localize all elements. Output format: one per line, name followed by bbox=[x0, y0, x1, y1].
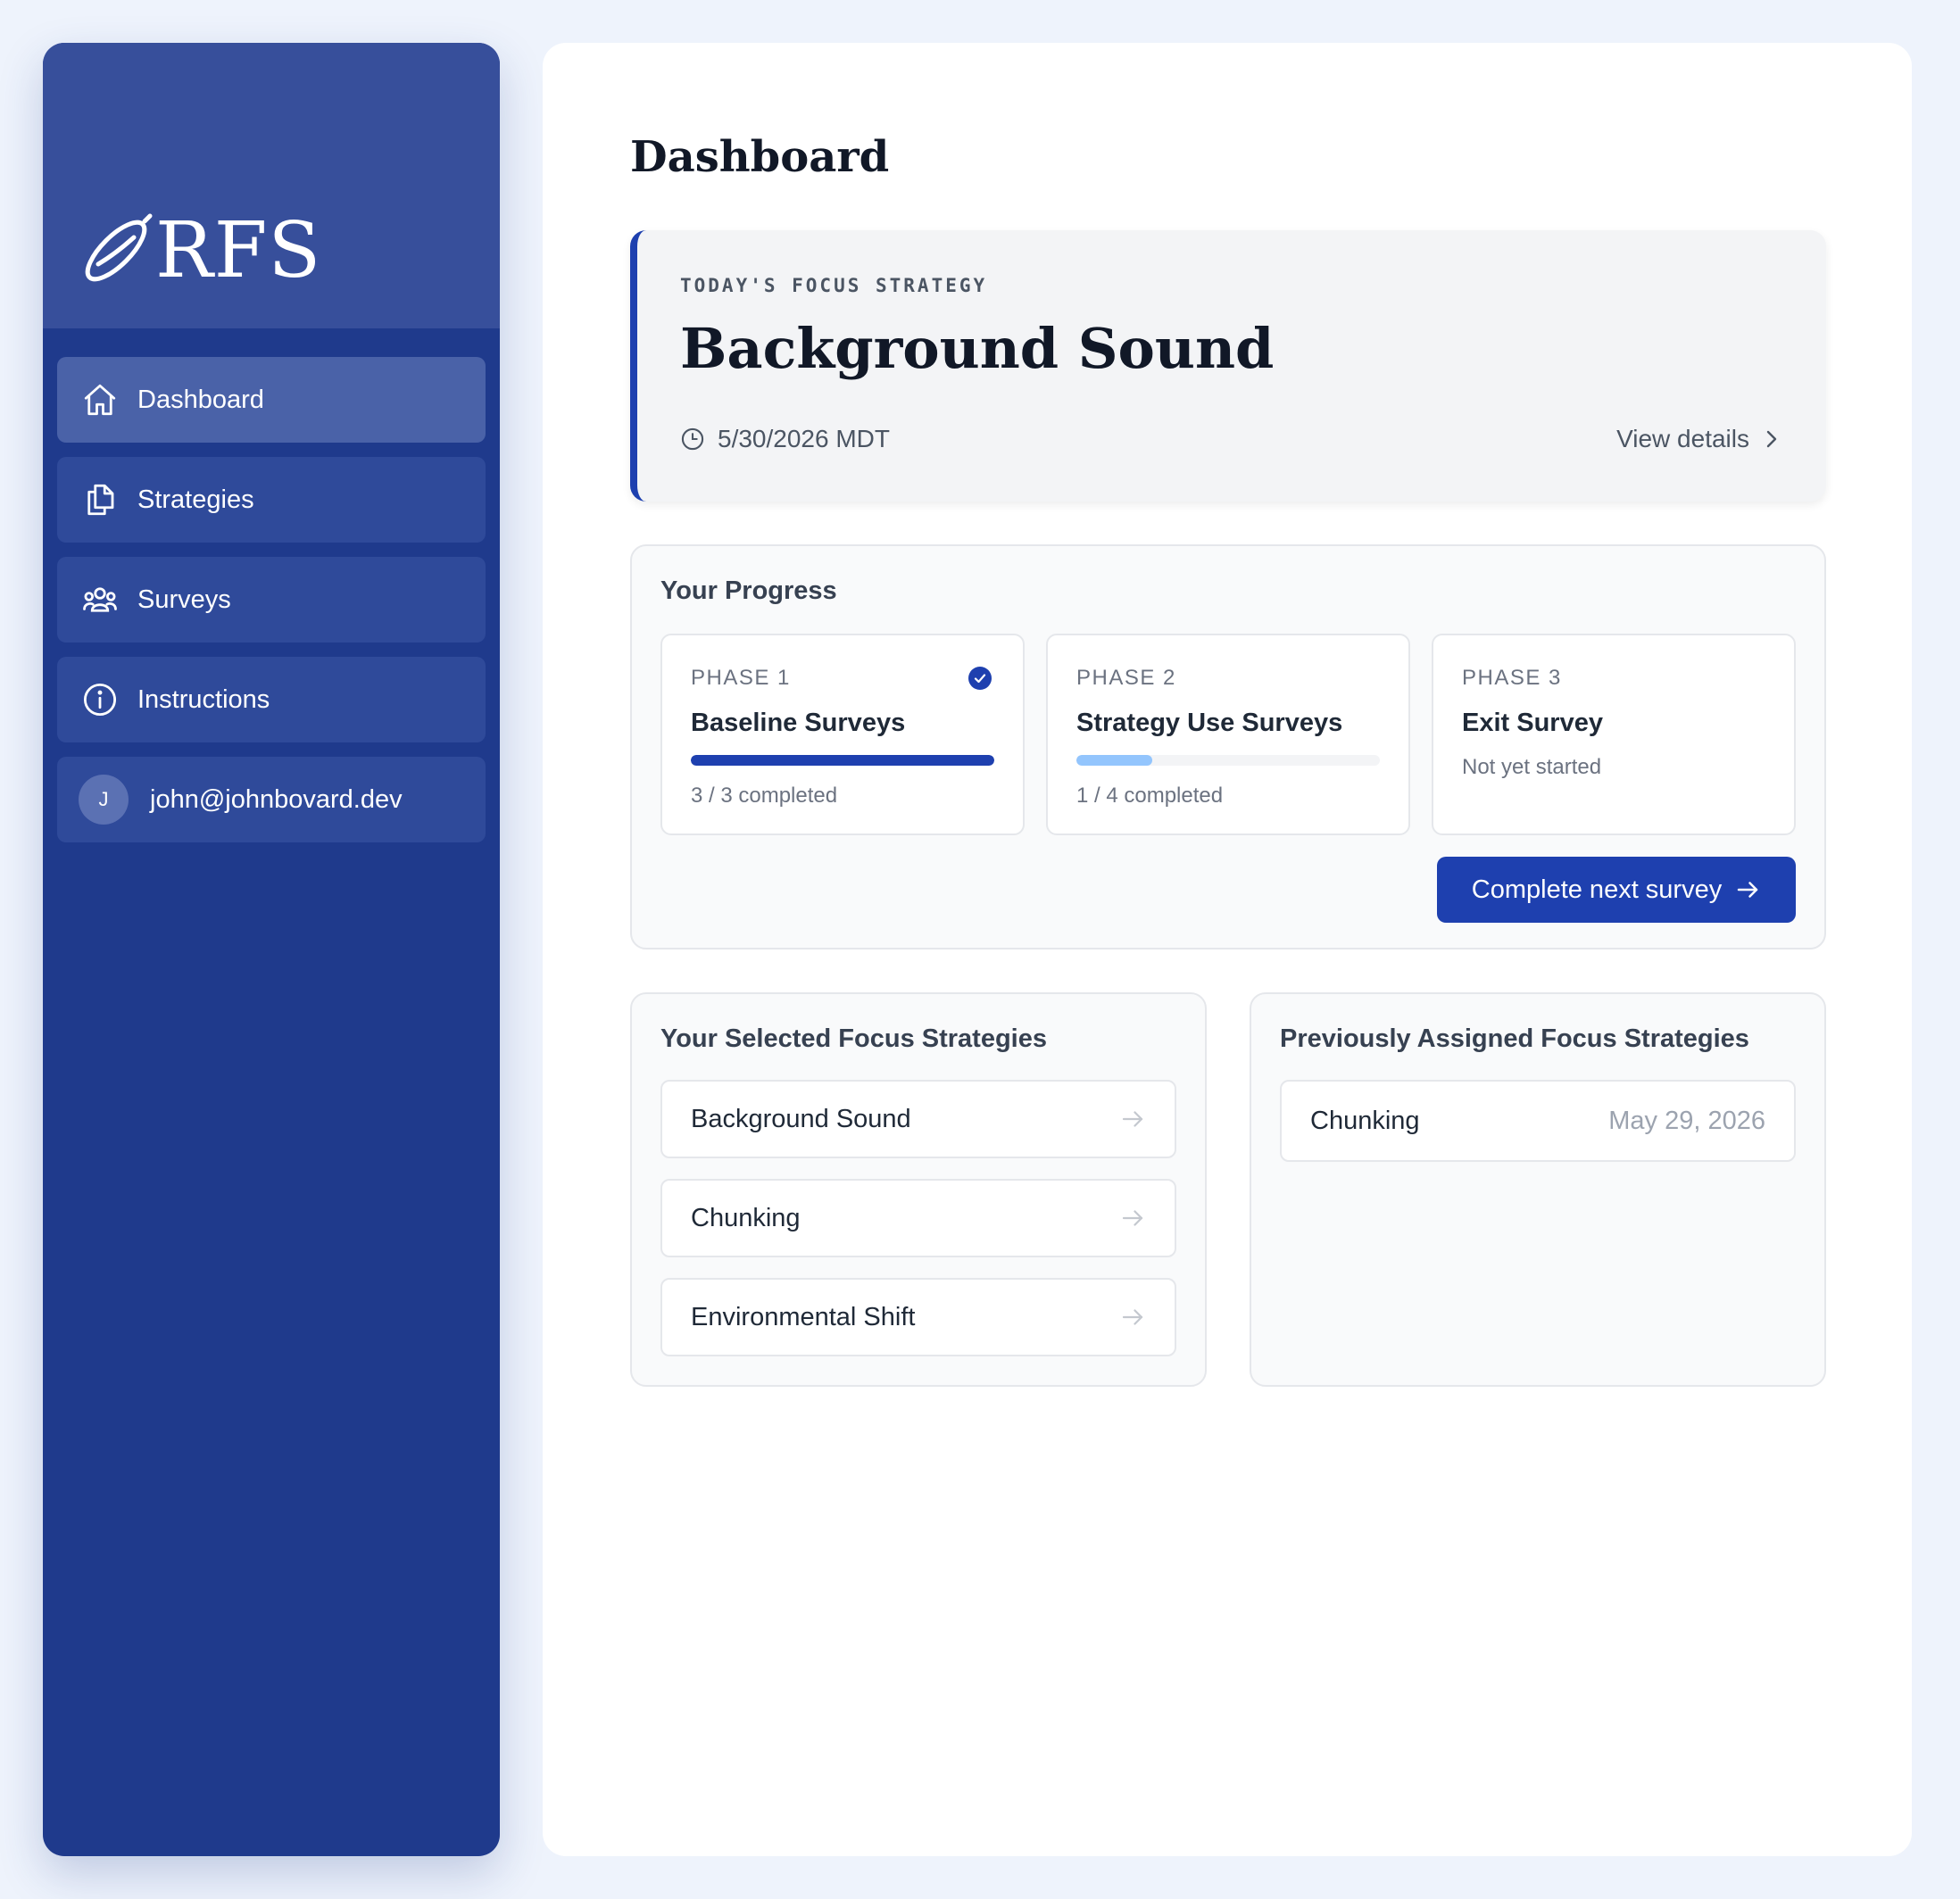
sidebar-nav: Dashboard Strategies Surveys Instruction… bbox=[57, 357, 486, 857]
focus-date-text: 5/30/2026 MDT bbox=[718, 425, 890, 452]
sidebar-item-account[interactable]: J john@johnbovard.dev bbox=[57, 757, 486, 842]
sidebar-header: RFS bbox=[43, 43, 500, 328]
progress-title: Your Progress bbox=[660, 576, 837, 605]
sidebar-item-label: Dashboard bbox=[137, 385, 264, 414]
sidebar-item-label: Surveys bbox=[137, 585, 231, 614]
clock-icon bbox=[681, 427, 704, 451]
chevron-right-icon bbox=[1766, 430, 1777, 448]
list-item[interactable]: Chunking May 29, 2026 bbox=[1280, 1080, 1796, 1162]
sidebar-item-dashboard[interactable]: Dashboard bbox=[57, 357, 486, 443]
view-details-label: View details bbox=[1616, 425, 1749, 452]
focus-eyebrow: TODAY'S FOCUS STRATEGY bbox=[680, 275, 988, 296]
sidebar-item-label: Instructions bbox=[137, 684, 270, 714]
sidebar: RFS Dashboard Strategies Surveys Instruc… bbox=[43, 43, 500, 1856]
brand-name: RFS bbox=[155, 206, 322, 295]
phase-progress-fill bbox=[691, 755, 994, 766]
avatar: J bbox=[79, 775, 129, 825]
home-icon bbox=[80, 380, 120, 419]
brand-logo[interactable]: RFS bbox=[75, 211, 321, 291]
phase-card-3[interactable]: PHASE 3 Exit Survey Not yet started bbox=[1432, 634, 1796, 835]
arrow-right-icon bbox=[1737, 882, 1758, 898]
page-title: Dashboard bbox=[630, 132, 890, 182]
phase-name: Baseline Surveys bbox=[691, 709, 906, 737]
arrow-right-icon bbox=[1122, 1309, 1143, 1325]
strategy-name: Environmental Shift bbox=[691, 1302, 916, 1331]
sidebar-item-surveys[interactable]: Surveys bbox=[57, 557, 486, 643]
documents-icon bbox=[80, 480, 120, 519]
selected-strategies-card: Your Selected Focus Strategies Backgroun… bbox=[630, 992, 1207, 1387]
view-details-link[interactable]: View details bbox=[1616, 425, 1781, 453]
phase-progress-track bbox=[691, 755, 994, 766]
phase-progress-fill bbox=[1076, 755, 1152, 766]
focus-date: 5/30/2026 MDT bbox=[680, 425, 890, 453]
previous-strategies-card: Previously Assigned Focus Strategies Chu… bbox=[1250, 992, 1826, 1387]
cta-label: Complete next survey bbox=[1471, 875, 1723, 904]
previous-strategies-title: Previously Assigned Focus Strategies bbox=[1280, 1024, 1749, 1053]
phase-status: 3 / 3 completed bbox=[691, 784, 838, 808]
main-panel: Dashboard TODAY'S FOCUS STRATEGY Backgro… bbox=[543, 43, 1912, 1856]
phase-name: Exit Survey bbox=[1462, 709, 1603, 737]
list-item[interactable]: Chunking bbox=[660, 1179, 1176, 1257]
phase-status: Not yet started bbox=[1462, 755, 1602, 779]
phase-name: Strategy Use Surveys bbox=[1076, 709, 1343, 737]
focus-strategy-title: Background Sound bbox=[680, 316, 1275, 381]
sidebar-item-label: Strategies bbox=[137, 485, 254, 514]
users-icon bbox=[80, 580, 120, 619]
focus-strategy-card: TODAY'S FOCUS STRATEGY Background Sound … bbox=[630, 230, 1826, 502]
info-icon bbox=[80, 680, 120, 719]
assigned-date: May 29, 2026 bbox=[1608, 1106, 1765, 1135]
phase-card-2[interactable]: PHASE 2 Strategy Use Surveys 1 / 4 compl… bbox=[1046, 634, 1410, 835]
list-item[interactable]: Environmental Shift bbox=[660, 1278, 1176, 1356]
sidebar-item-instructions[interactable]: Instructions bbox=[57, 657, 486, 742]
strategy-name: Background Sound bbox=[691, 1104, 911, 1133]
check-circle-icon bbox=[968, 667, 992, 690]
selected-strategies-title: Your Selected Focus Strategies bbox=[660, 1024, 1047, 1053]
user-email: john@johnbovard.dev bbox=[150, 784, 403, 814]
phase-label: PHASE 3 bbox=[1462, 666, 1562, 690]
arrow-right-icon bbox=[1122, 1111, 1143, 1127]
strategy-name: Chunking bbox=[1310, 1106, 1420, 1135]
progress-section: Your Progress PHASE 1 Baseline Surveys 3… bbox=[630, 544, 1826, 950]
phase-progress-track bbox=[1076, 755, 1380, 766]
sidebar-item-strategies[interactable]: Strategies bbox=[57, 457, 486, 543]
list-item[interactable]: Background Sound bbox=[660, 1080, 1176, 1158]
phase-label: PHASE 2 bbox=[1076, 666, 1176, 690]
phase-status: 1 / 4 completed bbox=[1076, 784, 1224, 808]
strategy-name: Chunking bbox=[691, 1203, 801, 1232]
phase-card-1[interactable]: PHASE 1 Baseline Surveys 3 / 3 completed bbox=[660, 634, 1025, 835]
complete-next-survey-button[interactable]: Complete next survey bbox=[1437, 857, 1796, 923]
arrow-right-icon bbox=[1122, 1210, 1143, 1226]
comet-logo-icon bbox=[85, 213, 153, 282]
phase-label: PHASE 1 bbox=[691, 666, 791, 690]
